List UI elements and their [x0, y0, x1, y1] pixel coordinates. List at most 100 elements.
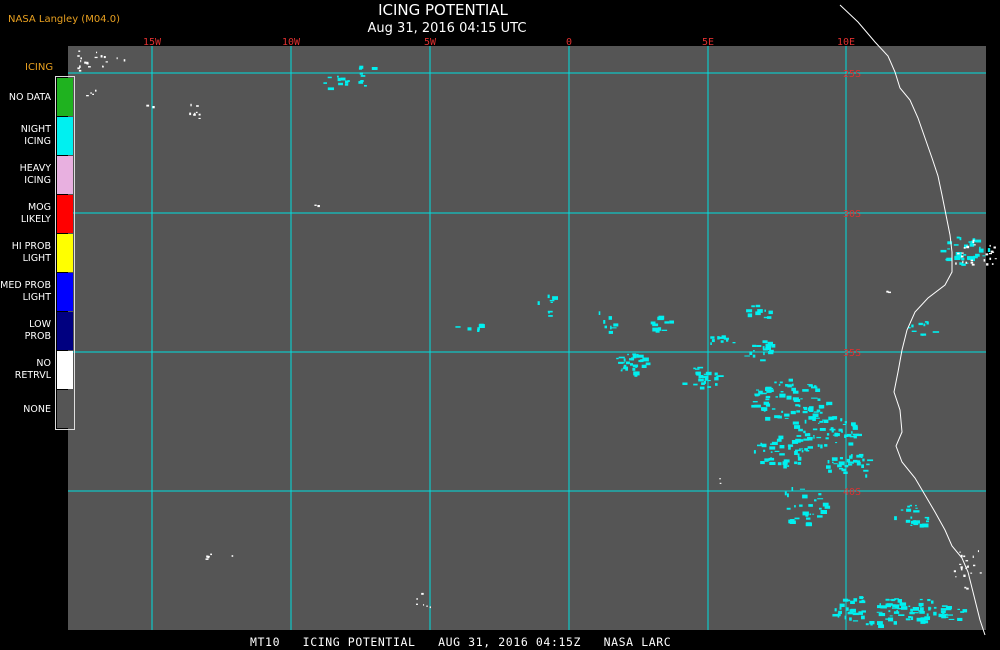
icing-pixel [806, 522, 812, 525]
legend-label-line: NO [36, 358, 51, 369]
icing-pixel [914, 520, 920, 524]
icing-pixel [817, 515, 823, 518]
icing-pixel [755, 304, 761, 308]
icing-pixel [802, 494, 808, 499]
icing-pixel [900, 602, 907, 606]
no-retrieval-pixel [970, 259, 973, 262]
icing-pixel [982, 255, 986, 257]
latitude-label: 35S [843, 348, 861, 359]
icing-pixel [757, 444, 763, 447]
legend-title: ICING [25, 62, 54, 73]
icing-pixel [360, 75, 366, 77]
icing-pixel [763, 401, 769, 405]
icing-pixel [861, 615, 865, 620]
icing-pixel [760, 359, 766, 362]
icing-pixel [846, 607, 849, 611]
icing-pixel [795, 449, 801, 452]
icing-pixel [340, 77, 346, 81]
icing-pixel [337, 77, 341, 82]
icing-pixel [744, 355, 750, 357]
icing-pixel [918, 322, 923, 326]
legend-label-line: HEAVY [19, 163, 51, 174]
legend-label: MOG LIKELY [0, 202, 51, 226]
no-retrieval-pixel [959, 563, 962, 565]
icing-pixel [803, 430, 806, 434]
no-retrieval-pixel [961, 252, 964, 254]
icing-pixel [953, 244, 959, 246]
icing-pixel [799, 448, 803, 450]
legend-label-line: LOW [29, 319, 51, 330]
icing-map[interactable]: 15W 10W 5W 0 5E 10E 25S 30S 35S 40S [0, 0, 1000, 650]
icing-pixel [799, 488, 805, 490]
no-retrieval-pixel [314, 204, 317, 206]
icing-pixel [816, 436, 822, 439]
legend-label: NO RETRVL [0, 358, 51, 382]
icing-pixel [797, 456, 802, 461]
icing-pixel [794, 517, 800, 520]
icing-pixel [765, 395, 771, 399]
no-retrieval-pixel [95, 89, 97, 92]
no-retrieval-pixel [90, 92, 92, 94]
legend-swatch [57, 312, 73, 350]
icing-pixel [800, 398, 803, 400]
no-retrieval-pixel [966, 245, 970, 249]
icing-pixel [843, 471, 848, 474]
no-retrieval-pixel [986, 263, 989, 266]
legend-label-line: MOG [27, 202, 51, 213]
icing-pixel [537, 301, 540, 305]
no-retrieval-pixel [967, 565, 969, 568]
icing-pixel [664, 321, 670, 324]
icing-pixel [710, 342, 712, 345]
icing-pixel [851, 422, 856, 426]
icing-pixel [814, 499, 817, 502]
icing-pixel [548, 315, 553, 317]
icing-pixel [852, 620, 859, 622]
icing-pixel [853, 598, 858, 602]
icing-pixel [811, 397, 818, 399]
icing-pixel [911, 324, 914, 328]
icing-pixel [715, 383, 718, 386]
icing-pixel [839, 607, 842, 610]
footer-caption: MT10 ICING POTENTIAL AUG 31, 2016 04:15Z… [250, 635, 672, 649]
no-retrieval-pixel [79, 65, 81, 68]
icing-pixel [632, 364, 639, 368]
icing-pixel [620, 369, 623, 372]
icing-pixel [975, 253, 980, 257]
no-retrieval-pixel [977, 550, 979, 553]
icing-pixel [337, 75, 339, 78]
icing-pixel [791, 440, 799, 444]
icing-pixel [781, 410, 784, 413]
icing-pixel [895, 606, 898, 608]
icing-pixel [792, 421, 799, 425]
icing-pixel [714, 372, 718, 376]
no-retrieval-pixel [423, 604, 425, 606]
icing-pixel [774, 381, 777, 384]
no-retrieval-pixel [993, 246, 996, 249]
no-retrieval-pixel [96, 51, 98, 54]
icing-pixel [769, 387, 774, 389]
icing-pixel [844, 465, 849, 468]
icing-pixel [707, 386, 712, 388]
icing-pixel [769, 446, 776, 450]
no-retrieval-pixel [86, 95, 89, 97]
legend-swatch [57, 273, 73, 311]
legend-swatch [57, 156, 73, 194]
legend-label: NONE [0, 404, 51, 416]
icing-pixel [813, 435, 815, 437]
no-retrieval-pixel [972, 239, 975, 241]
icing-pixel [779, 445, 785, 449]
no-retrieval-pixel [966, 587, 969, 590]
no-retrieval-pixel [196, 105, 199, 107]
icing-pixel [784, 417, 789, 419]
icing-pixel [901, 606, 908, 610]
icing-pixel [850, 454, 853, 458]
icing-pixel [926, 518, 930, 520]
no-retrieval-pixel [963, 555, 966, 558]
icing-pixel [552, 296, 558, 300]
icing-pixel [787, 384, 792, 388]
icing-pixel [803, 407, 808, 411]
no-retrieval-pixel [426, 605, 428, 607]
icing-pixel [702, 375, 709, 379]
icing-pixel [834, 432, 838, 437]
icing-pixel [828, 469, 832, 473]
